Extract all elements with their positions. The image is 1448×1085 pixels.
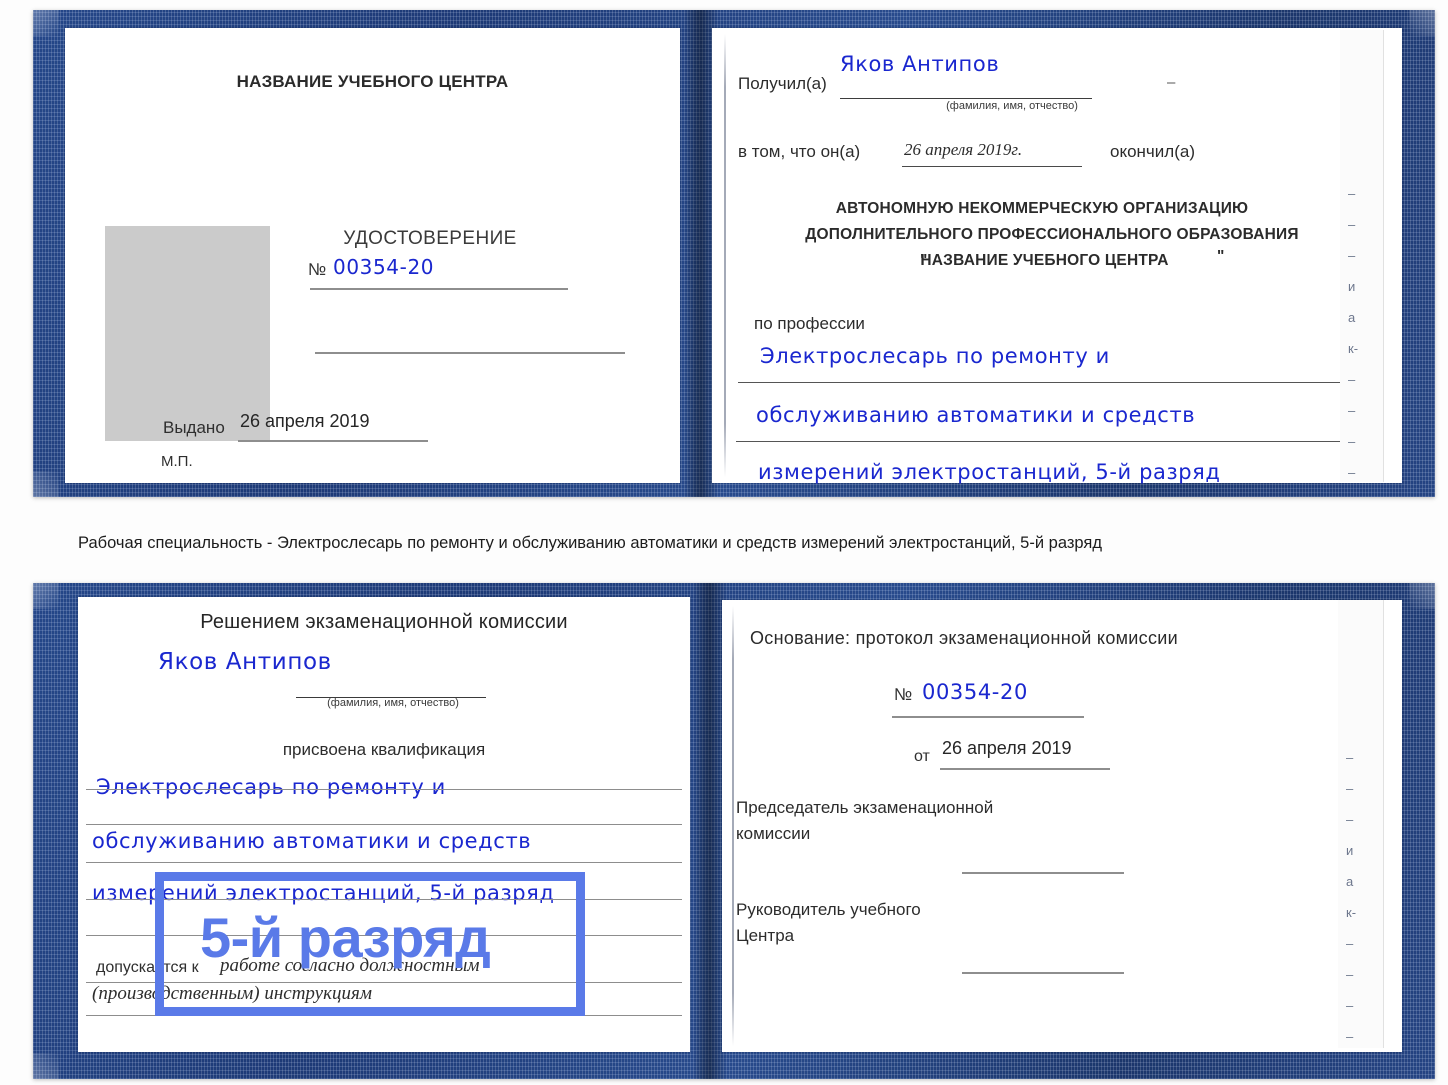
fio-hint-top: (фамилия, имя, отчество)	[946, 100, 1078, 112]
ruled-line-3	[86, 862, 682, 863]
chairman-signature-rule	[962, 872, 1124, 874]
cover-fold-top-right	[1409, 10, 1435, 36]
organization-name: НАЗВАНИЕ УЧЕБНОГО ЦЕНТРА	[920, 252, 1169, 269]
cover-fold-bottom-book-top-right	[1409, 583, 1435, 609]
cover-fold-top-left	[33, 10, 59, 36]
profession-line-1: Электрослесарь по ремонту и	[760, 344, 1110, 368]
recipient-name-rule	[840, 98, 1092, 99]
certificate-scan-canvas: НАЗВАНИЕ УЧЕБНОГО ЦЕНТРА УДОСТОВЕРЕНИЕ №…	[0, 0, 1448, 1085]
completion-date-value: 26 апреля 2019г.	[904, 140, 1023, 159]
bottom-certificate-right-page: Основание: протокол экзаменационной коми…	[722, 600, 1402, 1052]
issued-label: Выдано	[163, 418, 225, 437]
top-right-bleed-glyphs: – – – и а к- – – – –	[1348, 186, 1359, 480]
finished-label: окончил(а)	[1110, 142, 1195, 161]
highlight-label: 5-й разряд	[200, 906, 491, 969]
bottom-certificate-left-page: Решением экзаменационной комиссии Яков А…	[78, 597, 690, 1052]
issued-date-value: 26 апреля 2019	[240, 411, 370, 431]
protocol-date-label: от	[914, 748, 930, 765]
qualification-line-3: измерений электростанций, 5-й разряд	[92, 881, 555, 905]
cover-fold-bottom-left	[33, 471, 59, 497]
profession-line-2: обслуживанию автоматики и средств	[756, 403, 1196, 427]
number-symbol: №	[308, 260, 327, 279]
chairman-line-2: комиссии	[736, 824, 811, 843]
dash-marker-top: –	[1167, 74, 1176, 91]
blank-rule	[315, 352, 625, 354]
fio-hint-bottom: (фамилия, имя, отчество)	[327, 697, 459, 709]
caption-text: Рабочая специальность - Электрослесарь п…	[78, 534, 1102, 552]
profession-rule-2	[736, 441, 1364, 442]
profession-line-3: измерений электростанций, 5-й разряд	[758, 460, 1221, 484]
page-crease-bottom	[732, 606, 734, 1046]
training-center-header: НАЗВАНИЕ УЧЕБНОГО ЦЕНТРА	[236, 72, 509, 91]
bottom-page-edge-stack	[1338, 600, 1384, 1048]
recipient-name-value: Яков Антипов	[840, 52, 1000, 76]
ruled-line-1	[86, 789, 682, 790]
profession-label: по профессии	[754, 314, 865, 333]
qualified-person-name: Яков Антипов	[158, 649, 332, 675]
head-signature-rule	[962, 972, 1124, 974]
received-label: Получил(а)	[738, 74, 827, 93]
certificate-number-value: 00354-20	[333, 255, 435, 279]
admitted-label: допускается к	[96, 959, 199, 976]
qualification-label: присвоена квалификация	[282, 740, 486, 759]
org-quote-close: "	[1217, 248, 1225, 265]
that-he-label: в том, что он(а)	[738, 142, 861, 161]
head-line-1: Руководитель учебного	[736, 900, 921, 919]
top-page-edge-stack	[1340, 30, 1384, 482]
completion-date-rule	[902, 166, 1082, 167]
top-certificate-left-page: НАЗВАНИЕ УЧЕБНОГО ЦЕНТРА УДОСТОВЕРЕНИЕ №…	[65, 28, 680, 483]
cover-fold-bottom-book-bottom-left	[33, 1053, 59, 1079]
bottom-right-bleed-glyphs: – – – и а к- – – – –	[1346, 750, 1357, 1044]
protocol-date-rule	[940, 768, 1110, 770]
top-certificate-right-page: Получил(а) Яков Антипов (фамилия, имя, о…	[712, 28, 1402, 484]
number-rule	[310, 288, 568, 290]
cover-fold-bottom-book-top-left	[33, 583, 59, 609]
ruled-line-2	[86, 824, 682, 825]
qualification-line-2: обслуживанию автоматики и средств	[92, 829, 532, 853]
organization-line-1: АВТОНОМНУЮ НЕКОММЕРЧЕСКУЮ ОРГАНИЗАЦИЮ	[835, 200, 1249, 217]
protocol-date-value: 26 апреля 2019	[942, 738, 1072, 758]
admitted-value-line-2: (производственным) инструкциям	[92, 983, 372, 1004]
issued-rule	[238, 440, 428, 442]
certificate-title: УДОСТОВЕРЕНИЕ	[343, 228, 517, 249]
head-line-2: Центра	[736, 926, 795, 945]
qualification-line-1: Электрослесарь по ремонту и	[96, 775, 446, 799]
protocol-number-value: 00354-20	[922, 680, 1028, 704]
chairman-line-1: Председатель экзаменационной	[736, 798, 994, 817]
commission-decision-header: Решением экзаменационной комиссии	[200, 611, 568, 633]
photo-placeholder	[105, 226, 270, 441]
seal-label: М.П.	[161, 453, 193, 470]
profession-rule-1	[738, 382, 1358, 383]
basis-label: Основание: протокол экзаменационной коми…	[750, 628, 1178, 648]
ruled-line-7	[86, 1015, 682, 1016]
ruled-line-4	[86, 899, 682, 900]
protocol-number-symbol: №	[894, 685, 913, 704]
protocol-number-rule	[892, 716, 1084, 718]
organization-line-2: ДОПОЛНИТЕЛЬНОГО ПРОФЕССИОНАЛЬНОГО ОБРАЗО…	[805, 226, 1299, 243]
